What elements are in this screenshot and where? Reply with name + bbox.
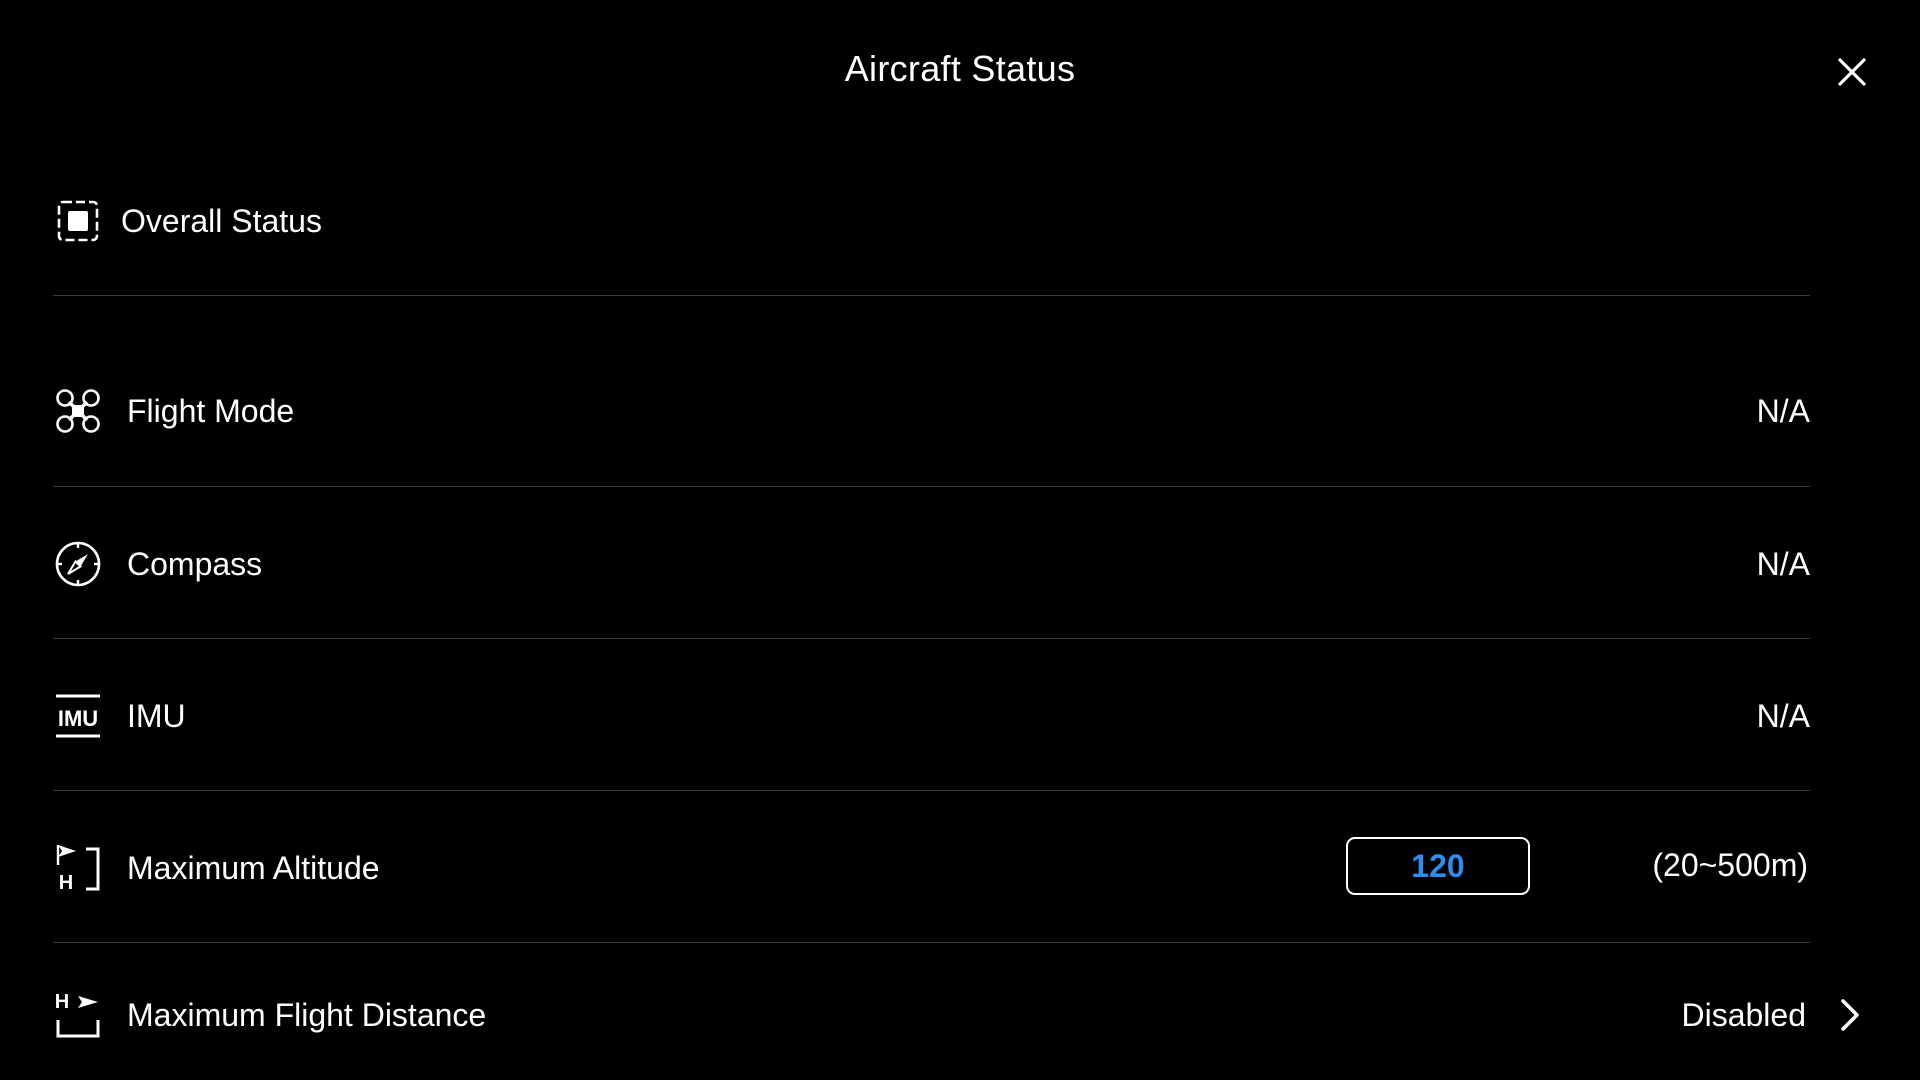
compass-icon <box>53 539 103 589</box>
divider <box>53 942 1810 943</box>
overall-status-icon <box>53 196 103 246</box>
max-flight-distance-label: Maximum Flight Distance <box>127 996 487 1033</box>
overall-status-row[interactable]: Overall Status <box>53 196 1810 246</box>
close-icon <box>1838 58 1866 86</box>
compass-value: N/A <box>1756 545 1810 582</box>
imu-row: IMU IMU N/A <box>53 691 1810 741</box>
overall-status-label: Overall Status <box>121 202 322 239</box>
imu-label: IMU <box>127 697 186 734</box>
max-flight-distance-chevron[interactable] <box>1834 995 1864 1035</box>
max-altitude-label: Maximum Altitude <box>127 849 380 886</box>
aircraft-status-screen: Aircraft Status Overall Status Flight Mo… <box>0 0 1920 1080</box>
max-flight-distance-value: Disabled <box>1681 996 1806 1033</box>
page-title: Aircraft Status <box>844 48 1076 89</box>
flight-mode-label: Flight Mode <box>127 392 295 429</box>
drone-icon <box>53 386 103 436</box>
compass-row: Compass N/A <box>53 539 1810 589</box>
max-distance-icon: H <box>53 990 103 1040</box>
svg-text:IMU: IMU <box>58 706 98 731</box>
imu-icon: IMU <box>53 691 103 741</box>
divider <box>53 638 1810 639</box>
flight-mode-row: Flight Mode N/A <box>53 386 1810 436</box>
max-flight-distance-row[interactable]: H Maximum Flight Distance Disabled <box>53 990 1806 1040</box>
close-button[interactable] <box>1828 48 1876 96</box>
max-altitude-icon: H <box>53 843 103 893</box>
divider <box>53 486 1810 487</box>
divider <box>53 790 1810 791</box>
max-altitude-row: H Maximum Altitude <box>53 843 1810 893</box>
svg-text:H: H <box>55 991 69 1013</box>
divider <box>53 295 1810 296</box>
imu-value: N/A <box>1756 697 1810 734</box>
max-altitude-input[interactable]: 120 <box>1346 837 1530 895</box>
chevron-right-icon <box>1841 999 1859 1031</box>
svg-text:H: H <box>59 872 73 893</box>
flight-mode-value: N/A <box>1756 392 1810 429</box>
compass-label: Compass <box>127 545 263 582</box>
max-altitude-range: (20~500m) <box>1652 847 1808 883</box>
